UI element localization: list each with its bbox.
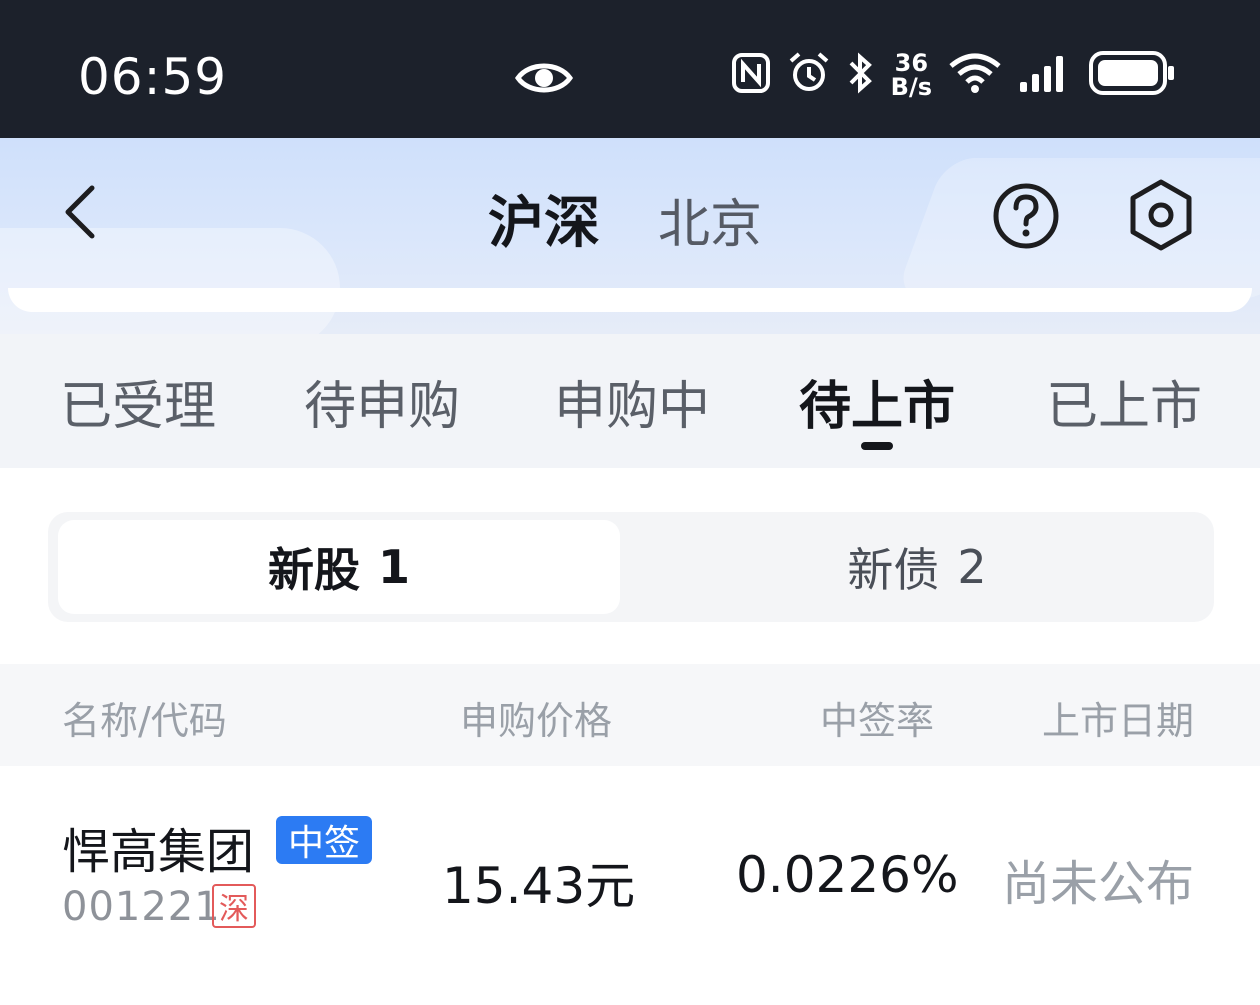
header: 沪深 北京 [0,138,1260,334]
segment-new-stocks[interactable]: 新股 1 [58,520,620,614]
net-speed-unit: B/s [890,73,932,101]
nfc-icon [731,52,771,98]
header-strip [8,288,1252,312]
market-badge: 深 [212,884,256,928]
net-speed-value: 36 [894,49,929,77]
help-button[interactable] [992,182,1060,254]
column-header-listing-date: 上市日期 [1042,699,1195,743]
tab-pending-listing[interactable]: 待上市 [799,364,955,439]
stock-name: 悍高集团 [62,824,255,880]
listing-date: 尚未公布 [1002,856,1195,912]
battery-icon [1088,50,1176,100]
signal-icon [1018,52,1072,98]
stock-code: 001221 [62,884,221,930]
status-icons: 36 B/s [731,50,1176,100]
status-bar: 06:59 36 B/s [0,0,1260,138]
win-badge: 中签 [276,816,373,864]
tab-pending-subscription[interactable]: 待申购 [304,364,460,439]
win-rate: 0.0226% [736,846,959,904]
table-header: 名称/代码 申购价格 中签率 上市日期 [0,664,1260,766]
header-decoration [0,228,340,334]
subscription-price: 15.43元 [442,857,636,915]
alarm-icon [787,51,831,99]
active-tab-indicator [861,442,893,450]
chevron-left-icon [65,185,95,239]
status-time: 06:59 [78,48,228,106]
tab-accepted[interactable]: 已受理 [60,364,216,439]
segment-count: 2 [957,540,987,594]
table-row[interactable]: 悍高集团 中签 001221 深 15.43元 0.0226% 尚未公布 [0,766,1260,1005]
market-tab-shanghai-shenzhen[interactable]: 沪深 [488,178,600,259]
segment-count: 1 [377,540,410,594]
tab-subscribing[interactable]: 申购中 [554,364,710,439]
bluetooth-icon [847,51,875,99]
net-speed: 36 B/s [891,51,932,99]
segment-label: 新债 [847,543,940,597]
header-decoration [894,158,1260,298]
segmented-control: 新股 1 新债 2 [48,512,1214,622]
column-header-name-code: 名称/代码 [62,699,227,743]
segment-new-bonds[interactable]: 新债 2 [620,520,1214,614]
hexagon-settings-icon [1130,179,1192,251]
column-header-price: 申购价格 [460,699,613,743]
wifi-icon [948,52,1002,98]
market-tabs: 沪深 北京 [488,178,762,259]
column-header-win-rate: 中签率 [820,699,935,743]
back-button[interactable] [58,182,108,242]
main-card: 新股 1 新债 2 名称/代码 申购价格 中签率 上市日期 悍高集团 中签 00… [0,468,1260,1005]
ipo-status-tabs: 已受理 待申购 申购中 待上市 已上市 [0,334,1260,468]
tab-listed[interactable]: 已上市 [1046,364,1202,439]
segment-label: 新股 [267,543,360,597]
market-tab-beijing[interactable]: 北京 [658,182,762,257]
eye-icon [514,58,574,102]
help-circle-icon [993,183,1059,249]
settings-button[interactable] [1128,178,1194,256]
